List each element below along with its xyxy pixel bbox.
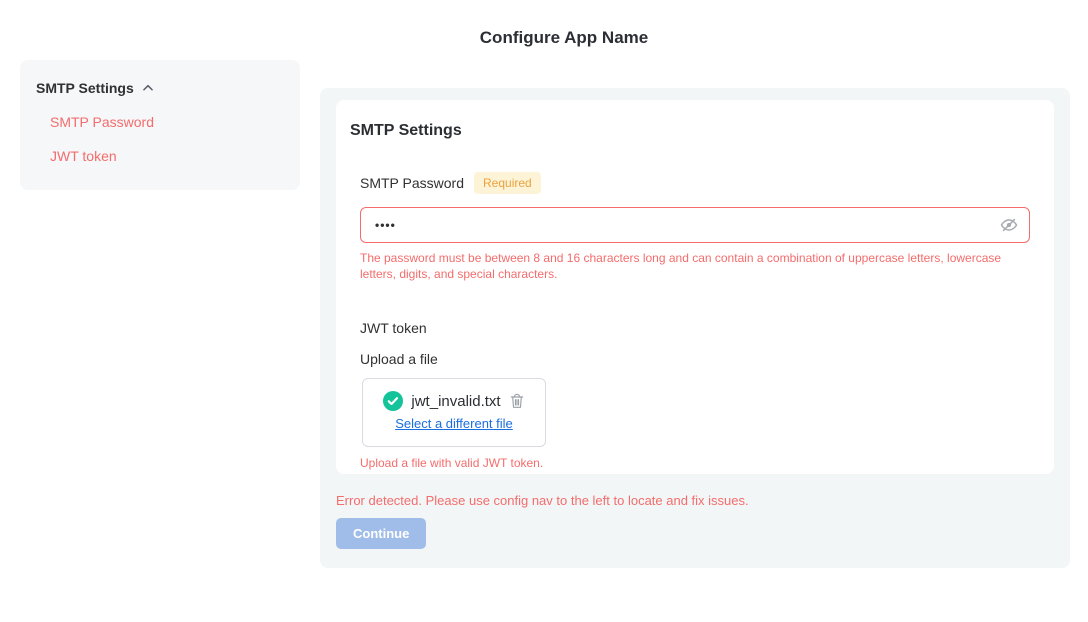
select-different-file-link[interactable]: Select a different file <box>395 416 513 431</box>
card-title: SMTP Settings <box>350 122 1030 140</box>
eye-off-icon[interactable] <box>999 215 1019 235</box>
panel-error-message: Error detected. Please use config nav to… <box>336 493 1054 508</box>
smtp-password-input-wrap <box>360 207 1030 243</box>
jwt-token-label: JWT token <box>360 320 1030 336</box>
file-upload-box[interactable]: jwt_invalid.txt Select a different file <box>362 378 546 447</box>
nav-item-jwt-token[interactable]: JWT token <box>50 148 284 164</box>
chevron-up-icon <box>141 81 155 95</box>
config-panel: SMTP Settings SMTP Password Required The… <box>320 88 1070 568</box>
uploaded-file-row: jwt_invalid.txt <box>373 391 535 411</box>
required-badge: Required <box>474 172 541 194</box>
jwt-token-error: Upload a file with valid JWT token. <box>360 456 1030 470</box>
nav-group-smtp-settings[interactable]: SMTP Settings <box>36 80 284 96</box>
check-circle-icon <box>383 391 403 411</box>
smtp-password-input[interactable] <box>360 207 1030 243</box>
upload-file-label: Upload a file <box>360 351 1030 367</box>
smtp-settings-card: SMTP Settings SMTP Password Required The… <box>336 100 1054 474</box>
continue-button[interactable]: Continue <box>336 518 426 549</box>
smtp-password-label-row: SMTP Password Required <box>360 172 1030 194</box>
nav-item-smtp-password[interactable]: SMTP Password <box>50 114 284 130</box>
smtp-password-label: SMTP Password <box>360 175 464 191</box>
trash-icon[interactable] <box>509 392 525 410</box>
config-nav: SMTP Settings SMTP Password JWT token <box>20 60 300 190</box>
page-title: Configure App Name <box>40 28 1088 48</box>
smtp-password-error: The password must be between 8 and 16 ch… <box>360 250 1022 282</box>
nav-group-label: SMTP Settings <box>36 80 134 96</box>
uploaded-file-name: jwt_invalid.txt <box>411 393 500 410</box>
